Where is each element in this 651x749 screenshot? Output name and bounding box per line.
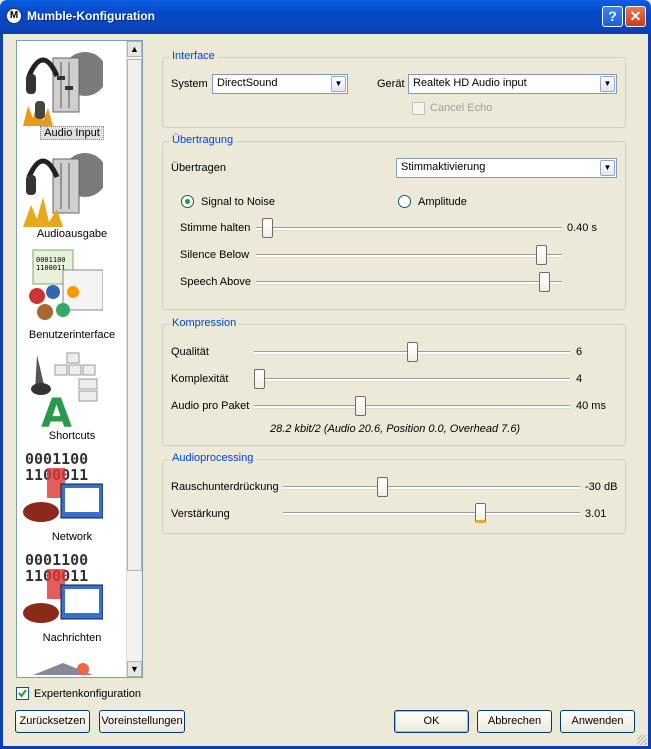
expert-config-label: Expertenkonfiguration: [34, 688, 142, 700]
cancel-echo-checkbox[interactable]: [412, 102, 425, 115]
sidebar-item-user-interface[interactable]: 0001100 1100011 Benutzerinterface: [17, 245, 127, 346]
hold-value: 0.40 s: [567, 222, 597, 234]
transmit-select[interactable]: Stimmaktivierung ▼: [396, 158, 617, 178]
reset-button[interactable]: Zurücksetzen: [15, 710, 90, 733]
amplification-value: 3.01: [585, 508, 607, 520]
signal-to-noise-label: Signal to Noise: [201, 196, 275, 208]
sidebar-item-label: Audio Input: [40, 126, 104, 140]
svg-text:A: A: [41, 391, 72, 429]
bitrate-stats: 28.2 kbit/2 (Audio 20.6, Position 0.0, O…: [270, 423, 521, 435]
chevron-down-icon: ▼: [331, 76, 346, 92]
speech-above-slider[interactable]: [256, 272, 562, 292]
mumble-logo-icon: M: [6, 8, 22, 24]
complexity-slider[interactable]: [254, 369, 570, 389]
quality-value: 6: [576, 346, 583, 358]
resize-grip-icon[interactable]: [637, 735, 647, 745]
category-list: Audio Input Audioausgabe 0001100 1100011…: [16, 40, 143, 678]
user-interface-icon: 0001100 1100011: [29, 249, 103, 320]
amplitude-label: Amplitude: [418, 196, 467, 208]
noise-suppression-slider[interactable]: [283, 477, 580, 497]
amplification-label: Verstärkung: [171, 508, 230, 520]
complexity-value: 4: [576, 373, 583, 385]
device-label: Gerät: [377, 78, 405, 90]
sidebar-item-next[interactable]: [17, 649, 127, 677]
group-title: Kompression: [169, 317, 240, 329]
group-title: Übertragung: [169, 134, 237, 146]
sidebar-item-label: Shortcuts: [48, 430, 96, 442]
messages-icon: 0001100 1100011: [23, 551, 103, 623]
group-title: Interface: [169, 50, 218, 62]
defaults-button[interactable]: Voreinstellungen: [99, 710, 185, 733]
sidebar-item-network[interactable]: 0001100 1100011 Network: [17, 447, 127, 548]
group-title: Audioprocessing: [169, 452, 257, 464]
noise-suppression-label: Rauschunterdrückung: [171, 481, 279, 493]
close-button[interactable]: ✕: [625, 6, 646, 27]
silence-below-slider[interactable]: [256, 245, 562, 265]
quality-label: Qualität: [171, 346, 209, 358]
silence-below-label: Silence Below: [180, 249, 250, 261]
sidebar-item-shortcuts[interactable]: A Shortcuts: [17, 346, 127, 447]
sidebar-item-label: Audioausgabe: [36, 228, 108, 240]
system-select[interactable]: DirectSound ▼: [212, 74, 348, 94]
speech-above-label: Speech Above: [180, 276, 251, 288]
device-select[interactable]: Realtek HD Audio input ▼: [408, 74, 617, 94]
amplification-slider[interactable]: [283, 503, 580, 523]
apply-button[interactable]: Anwenden: [560, 710, 635, 733]
audio-input-icon: [23, 52, 103, 126]
cancel-echo-label: Cancel Echo: [430, 102, 493, 114]
transmit-label: Übertragen: [171, 162, 227, 174]
window-title: Mumble-Konfiguration: [27, 9, 155, 23]
network-icon: 0001100 1100011: [23, 450, 103, 522]
cancel-button[interactable]: Abbrechen: [477, 710, 552, 733]
system-label: System: [171, 78, 208, 90]
quality-slider[interactable]: [254, 342, 570, 362]
sidebar-scrollbar[interactable]: ▲ ▼: [126, 41, 142, 677]
plane-icon: [33, 663, 93, 675]
scroll-down-icon[interactable]: ▼: [127, 661, 142, 677]
checkmark-icon: [18, 689, 27, 698]
amplitude-radio[interactable]: [398, 195, 411, 208]
complexity-label: Komplexität: [171, 373, 229, 385]
packet-value: 40 ms: [576, 400, 606, 412]
ok-button[interactable]: OK: [394, 710, 469, 733]
hold-slider[interactable]: [256, 218, 562, 238]
sidebar-item-audio-output[interactable]: Audioausgabe: [17, 144, 127, 245]
sidebar-item-label: Network: [51, 531, 93, 543]
sidebar-item-audio-input[interactable]: Audio Input: [17, 43, 127, 144]
packet-slider[interactable]: [254, 396, 570, 416]
svg-text:1100011: 1100011: [36, 264, 66, 272]
scroll-thumb[interactable]: [127, 59, 142, 571]
svg-text:0001100: 0001100: [36, 256, 66, 264]
title-bar: M Mumble-Konfiguration ? ✕: [0, 0, 651, 34]
help-button[interactable]: ?: [602, 6, 623, 27]
signal-to-noise-radio[interactable]: [181, 195, 194, 208]
packet-label: Audio pro Paket: [171, 400, 250, 412]
expert-config-checkbox[interactable]: [16, 687, 29, 700]
hold-label: Stimme halten: [180, 222, 251, 234]
audio-output-icon: [23, 153, 103, 227]
sidebar-item-label: Nachrichten: [42, 632, 102, 644]
chevron-down-icon: ▼: [600, 76, 615, 92]
shortcuts-icon: A: [31, 352, 98, 429]
sidebar-item-messages[interactable]: 0001100 1100011 Nachrichten: [17, 548, 127, 649]
scroll-up-icon[interactable]: ▲: [127, 41, 142, 57]
noise-suppression-value: -30 dB: [585, 481, 618, 493]
chevron-down-icon: ▼: [600, 160, 615, 176]
sidebar-item-label: Benutzerinterface: [28, 329, 116, 341]
